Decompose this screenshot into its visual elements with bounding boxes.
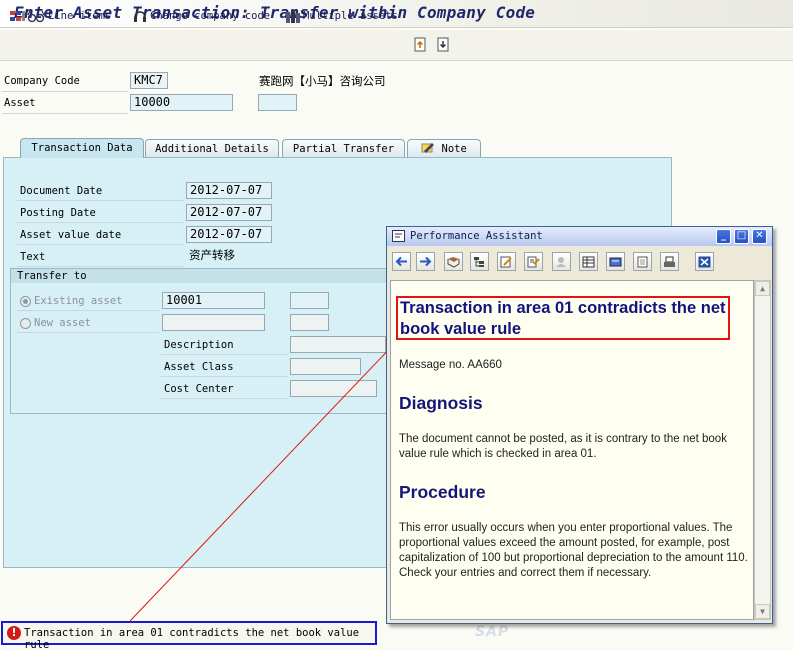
table-icon[interactable] <box>579 252 598 271</box>
minimize-button[interactable]: _ <box>716 229 731 244</box>
help-window-icon <box>392 230 406 243</box>
scroll-down-icon[interactable]: ▼ <box>755 604 770 619</box>
technical-info-icon[interactable] <box>524 252 543 271</box>
performance-assistant-title: Performance Assistant <box>410 230 543 242</box>
print-preview-icon[interactable] <box>633 252 652 271</box>
forward-arrow-icon[interactable] <box>416 252 435 271</box>
book-icon[interactable] <box>444 252 463 271</box>
scroll-up-icon[interactable]: ▲ <box>755 281 770 296</box>
maximize-button[interactable]: □ <box>734 229 749 244</box>
diagnosis-text: The document cannot be posted, as it is … <box>399 433 727 460</box>
diagnosis-heading: Diagnosis <box>399 393 483 413</box>
hierarchy-icon[interactable] <box>470 252 489 271</box>
vertical-scrollbar[interactable]: ▲ ▼ <box>754 280 771 620</box>
procedure-heading: Procedure <box>399 482 486 502</box>
settings-icon[interactable] <box>606 252 625 271</box>
print-icon[interactable] <box>660 252 679 271</box>
procedure-text: This error usually occurs when you enter… <box>399 522 748 579</box>
message-title: Transaction in area 01 contradicts the n… <box>400 299 726 338</box>
user-settings-icon[interactable] <box>552 252 571 271</box>
close-button[interactable]: ✕ <box>752 229 767 244</box>
edit-icon[interactable] <box>497 252 516 271</box>
message-number: Message no. AA660 <box>399 359 502 371</box>
back-arrow-icon[interactable] <box>392 252 411 271</box>
close-window-icon[interactable] <box>695 252 714 271</box>
